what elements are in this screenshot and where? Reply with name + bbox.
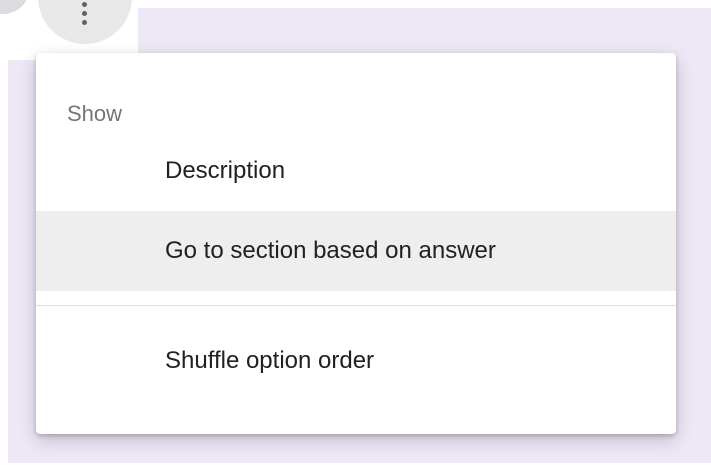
menu-item-label: Go to section based on answer <box>165 237 496 264</box>
more-options-button[interactable] <box>38 0 132 44</box>
menu-item-go-to-section-based-on-answer[interactable]: Go to section based on answer <box>36 211 676 291</box>
menu-divider <box>36 305 676 306</box>
menu-item-shuffle-option-order[interactable]: Shuffle option order <box>36 321 676 401</box>
menu-section-label-show: Show <box>67 101 123 126</box>
options-menu: Show Description Go to section based on … <box>36 53 676 434</box>
question-card-fragment <box>0 0 138 60</box>
menu-item-label: Description <box>165 157 286 184</box>
more-vert-icon <box>82 2 88 26</box>
toolbar-button-fragment[interactable] <box>0 0 30 14</box>
menu-item-label: Shuffle option order <box>165 347 375 374</box>
menu-item-description[interactable]: Description <box>36 131 676 211</box>
